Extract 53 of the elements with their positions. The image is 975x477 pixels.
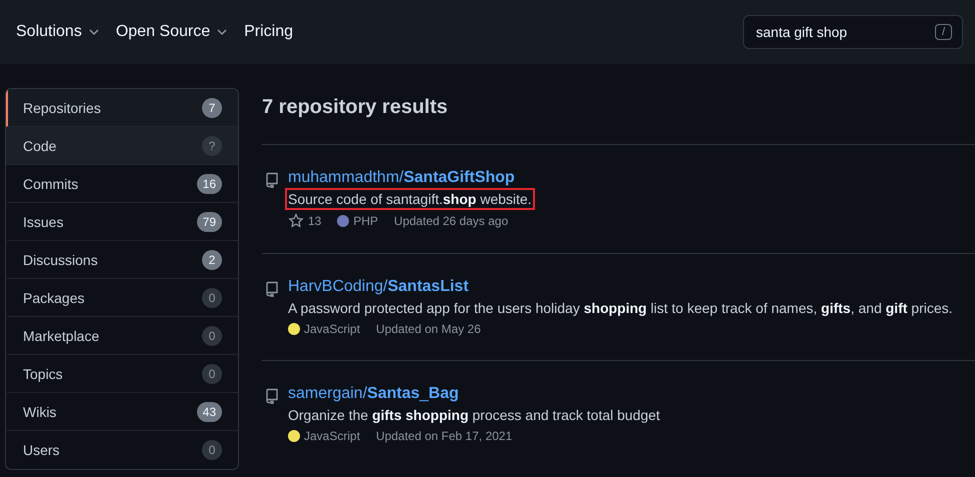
filter-item[interactable]: Discussions 2 [6, 241, 238, 279]
language-label: JavaScript [304, 322, 360, 336]
filter-label: Topics [23, 366, 63, 382]
nav-link[interactable]: Pricing [244, 23, 294, 41]
count-badge: 0 [202, 440, 222, 460]
repo-link[interactable]: samergain/Santas_Bag [288, 385, 459, 402]
count-badge: 43 [196, 402, 222, 422]
repo-icon [264, 281, 280, 297]
count-badge: ? [202, 136, 222, 156]
language-label: PHP [353, 214, 378, 228]
repo-description: Source code of santagift.shop website. [288, 191, 532, 207]
repo-icon [264, 388, 280, 404]
nav-link[interactable]: Solutions [16, 23, 100, 41]
nav-link[interactable]: Open Source [116, 23, 228, 41]
count-badge: 7 [202, 98, 222, 118]
filter-label: Packages [23, 290, 84, 306]
filter-item[interactable]: Users 0 [6, 431, 238, 469]
repo-icon [264, 172, 280, 188]
filter-label: Discussions [23, 252, 98, 268]
filter-item[interactable]: Code ? [6, 127, 238, 165]
repo-link[interactable]: HarvBCoding/SantasList [288, 278, 469, 295]
results-heading: 7 repository results [262, 96, 975, 145]
count-badge: 0 [202, 364, 222, 384]
repo-description: A password protected app for the users holiday shopping list to keep track of names, gifts, and gift prices. [288, 300, 953, 316]
filter-label: Issues [23, 214, 64, 230]
repo-description: Organize the gifts shopping process and track total budget [288, 407, 660, 423]
count-badge: 0 [202, 288, 222, 308]
star-icon [288, 213, 304, 229]
filter-label: Users [23, 442, 60, 458]
updated-date: Updated on May 26 [376, 322, 481, 336]
filter-label: Repositories [23, 100, 101, 116]
filter-item[interactable]: Topics 0 [6, 355, 238, 393]
filter-item[interactable]: Commits 16 [6, 165, 238, 203]
filter-item[interactable]: Packages 0 [6, 279, 238, 317]
filter-label: Wikis [23, 404, 56, 420]
filter-label: Code [23, 138, 56, 154]
filter-label: Marketplace [23, 328, 100, 344]
star-count: 13 [308, 214, 322, 228]
filter-item[interactable]: Wikis 43 [6, 393, 238, 431]
filter-item[interactable]: Repositories 7 [6, 89, 238, 127]
count-badge: 2 [202, 250, 222, 270]
search-field[interactable]: santa gift shop / [743, 15, 963, 49]
shortcut-key: / [934, 24, 952, 40]
repo-link[interactable]: muhammadthm/SantaGiftShop [288, 169, 515, 186]
updated-date: Updated 26 days ago [394, 214, 508, 228]
filter-label: Commits [23, 176, 78, 192]
language-label: JavaScript [304, 429, 360, 443]
count-badge: 16 [196, 174, 222, 194]
filter-item[interactable]: Issues 79 [6, 203, 238, 241]
count-badge: 0 [202, 326, 222, 346]
filter-item[interactable]: Marketplace 0 [6, 317, 238, 355]
updated-date: Updated on Feb 17, 2021 [376, 429, 512, 443]
count-badge: 79 [196, 212, 222, 232]
